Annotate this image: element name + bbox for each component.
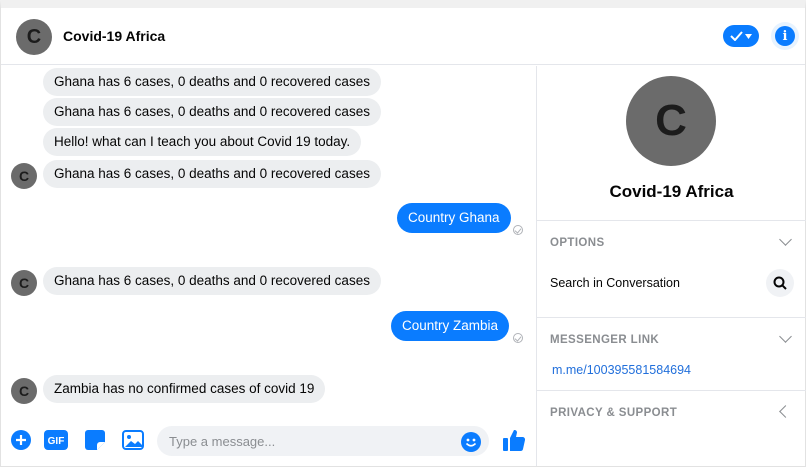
conversation-details-panel: C Covid-19 Africa OPTIONS Search in Conv…	[536, 66, 806, 466]
search-in-conversation[interactable]: Search in Conversation	[550, 276, 680, 290]
thumbs-up-icon	[503, 429, 526, 452]
mark-as-read-button[interactable]	[723, 25, 759, 47]
privacy-support-section: PRIVACY & SUPPORT	[537, 390, 806, 466]
chevron-down-icon[interactable]	[779, 233, 792, 246]
info-icon: i	[775, 26, 795, 46]
incoming-message[interactable]: Ghana has 6 cases, 0 deaths and 0 recove…	[43, 68, 381, 96]
incoming-message[interactable]: Ghana has 6 cases, 0 deaths and 0 recove…	[43, 267, 381, 295]
seen-check-icon	[513, 333, 523, 343]
search-icon	[773, 276, 787, 290]
sender-avatar-letter: C	[18, 383, 30, 399]
outgoing-message[interactable]: Country Ghana	[397, 203, 511, 233]
gif-button[interactable]: GIF	[44, 429, 68, 451]
messenger-link-section: MESSENGER LINK m.me/100395581584694	[537, 317, 806, 390]
sticker-button[interactable]	[84, 429, 106, 451]
message-composer: GIF	[1, 413, 535, 466]
seen-check-icon	[513, 225, 523, 235]
gif-label: GIF	[48, 436, 65, 447]
chevron-down-icon	[745, 33, 752, 39]
conversation-info-button[interactable]: i	[771, 22, 799, 50]
profile-avatar-letter: C	[655, 96, 687, 145]
profile-name: Covid-19 Africa	[609, 182, 734, 201]
sender-avatar[interactable]: C	[11, 163, 37, 189]
gif-icon: GIF	[44, 430, 68, 450]
privacy-support-section-title[interactable]: PRIVACY & SUPPORT	[550, 407, 677, 419]
messenger-link-section-title[interactable]: MESSENGER LINK	[550, 334, 659, 346]
image-icon	[122, 430, 144, 450]
search-conversation-button[interactable]	[766, 269, 794, 297]
sender-avatar-letter: C	[18, 168, 30, 184]
like-button[interactable]	[501, 427, 527, 453]
contact-avatar[interactable]: C	[16, 19, 52, 55]
sender-avatar[interactable]: C	[11, 378, 37, 404]
check-icon	[730, 31, 743, 41]
conversation-header: C Covid-19 Africa i	[1, 8, 805, 65]
outgoing-message[interactable]: Country Zambia	[391, 311, 510, 341]
message-input[interactable]	[157, 426, 489, 456]
more-actions-button[interactable]	[10, 429, 32, 451]
incoming-message[interactable]: Zambia has no confirmed cases of covid 1…	[43, 375, 326, 403]
smiley-icon	[465, 438, 477, 447]
chevron-down-icon[interactable]	[779, 330, 792, 343]
contact-avatar-letter: C	[26, 25, 42, 48]
options-section: OPTIONS Search in Conversation	[537, 220, 806, 317]
incoming-message[interactable]: Ghana has 6 cases, 0 deaths and 0 recove…	[43, 160, 381, 188]
sender-avatar[interactable]: C	[11, 270, 37, 296]
photo-button[interactable]	[122, 429, 144, 451]
messenger-link[interactable]: m.me/100395581584694	[552, 363, 691, 377]
options-section-title[interactable]: OPTIONS	[550, 237, 605, 249]
incoming-message[interactable]: Hello! what can I teach you about Covid …	[43, 128, 362, 156]
chevron-left-icon[interactable]	[779, 405, 792, 418]
plus-circle-icon	[11, 430, 31, 450]
conversation-title[interactable]: Covid-19 Africa	[63, 28, 165, 44]
incoming-message[interactable]: Ghana has 6 cases, 0 deaths and 0 recove…	[43, 98, 381, 126]
message-list[interactable]: Ghana has 6 cases, 0 deaths and 0 recove…	[1, 66, 535, 413]
sticker-icon	[85, 430, 105, 450]
profile-avatar[interactable]: C	[626, 76, 716, 166]
emoji-button[interactable]	[461, 432, 481, 452]
sender-avatar-letter: C	[18, 275, 30, 291]
